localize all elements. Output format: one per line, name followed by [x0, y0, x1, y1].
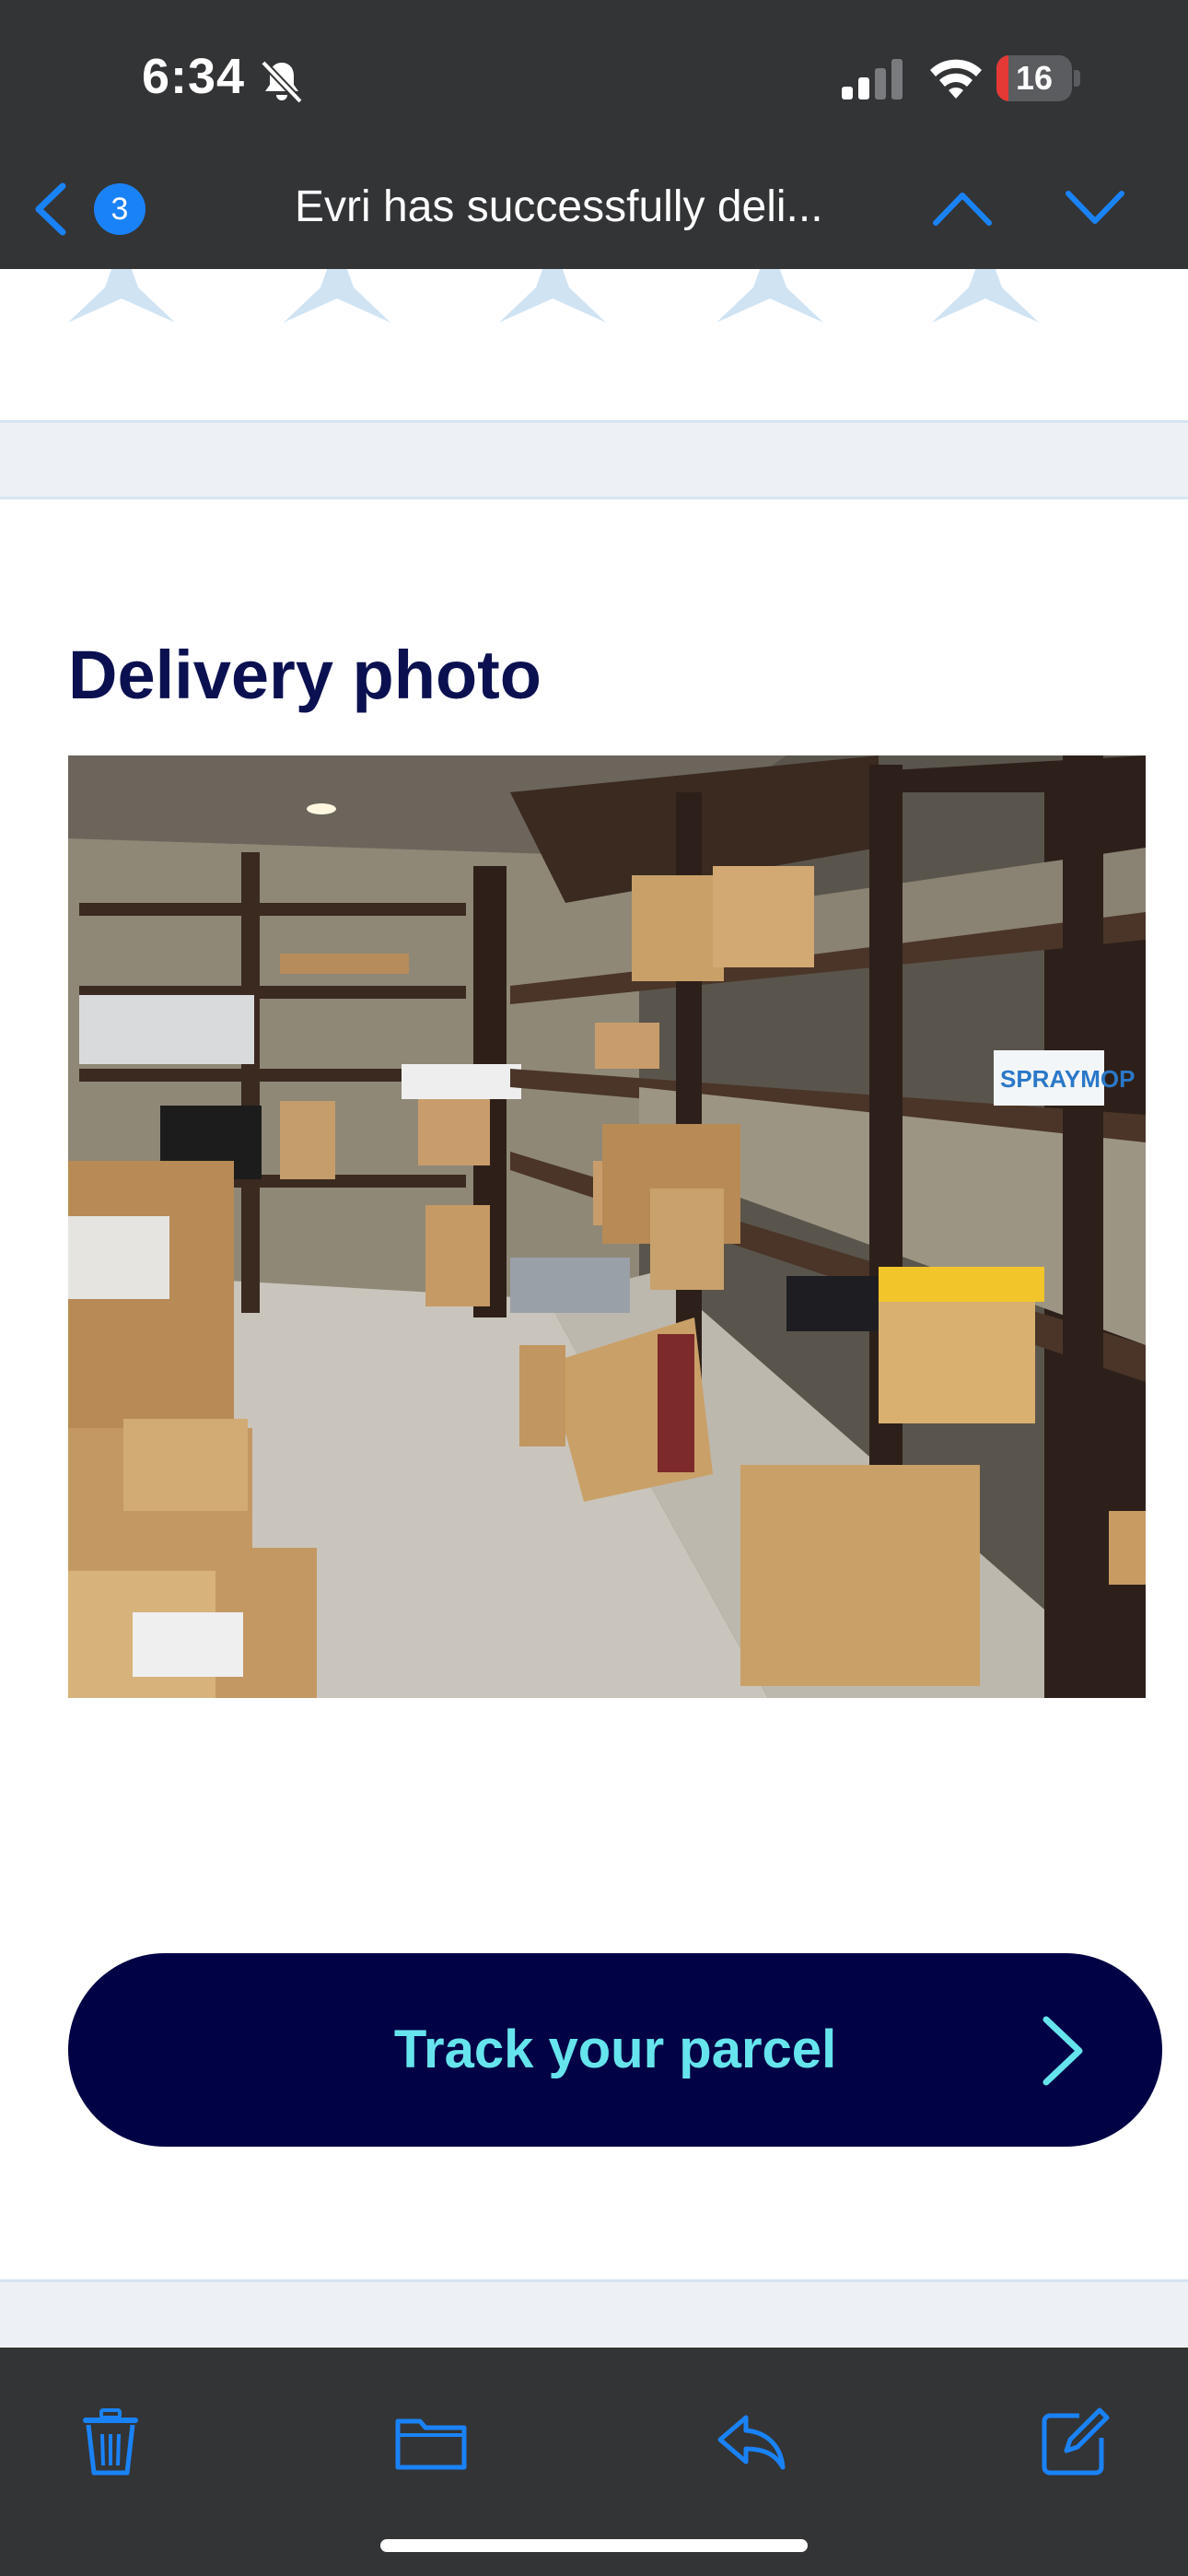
rating-stars	[0, 269, 1188, 324]
cellular-signal-icon	[842, 59, 903, 100]
bell-slash-icon	[261, 60, 303, 104]
battery-icon: 16	[996, 55, 1081, 101]
delivery-photo[interactable]: SPRAYMOP	[68, 755, 1146, 1698]
delivery-photo-heading: Delivery photo	[68, 637, 542, 713]
star-icon[interactable]	[932, 269, 1039, 322]
battery-level: 16	[1015, 59, 1054, 97]
reply-icon[interactable]	[715, 2405, 788, 2478]
chevron-up-icon[interactable]	[930, 188, 995, 228]
unread-count-badge[interactable]: 3	[94, 183, 146, 235]
compose-icon[interactable]	[1039, 2405, 1112, 2478]
section-divider	[0, 2279, 1188, 2347]
photo-box-label: SPRAYMOP	[1000, 1065, 1135, 1093]
star-icon[interactable]	[499, 269, 606, 322]
track-parcel-button[interactable]: Track your parcel	[68, 1953, 1162, 2147]
wifi-icon	[930, 59, 982, 99]
top-bar: 6:34 16 3 Evri has successfully deli...	[0, 0, 1188, 269]
email-subject: Evri has successfully deli...	[295, 182, 823, 231]
track-parcel-label: Track your parcel	[393, 2020, 837, 2079]
trash-icon[interactable]	[74, 2405, 147, 2478]
chevron-left-icon[interactable]	[31, 181, 70, 238]
star-icon[interactable]	[68, 269, 175, 322]
home-indicator[interactable]	[380, 2539, 808, 2552]
bottom-toolbar	[0, 2348, 1188, 2576]
section-divider	[0, 420, 1188, 499]
star-icon[interactable]	[716, 269, 823, 322]
chevron-right-icon	[1042, 2016, 1083, 2086]
folder-icon[interactable]	[394, 2405, 468, 2478]
star-icon[interactable]	[284, 269, 390, 322]
chevron-down-icon[interactable]	[1063, 188, 1127, 228]
status-time: 6:34	[142, 49, 246, 104]
